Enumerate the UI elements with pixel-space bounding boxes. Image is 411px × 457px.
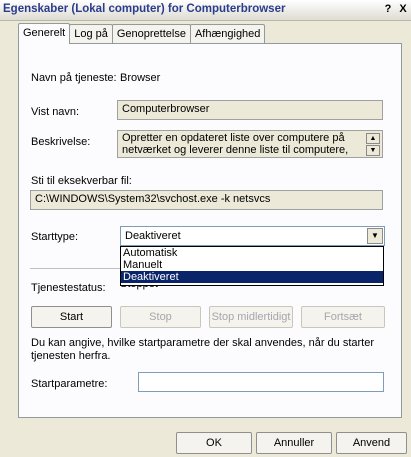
scroll-up-icon[interactable]: ▲ xyxy=(366,133,380,144)
start-params-hint: Du kan angive, hvilke startparametre der… xyxy=(31,337,375,362)
option-deaktiveret[interactable]: Deaktiveret xyxy=(121,271,383,283)
tab-afhaengighed[interactable]: Afhængighed xyxy=(189,24,266,43)
cancel-button[interactable]: Annuller xyxy=(256,432,332,454)
chevron-down-icon[interactable]: ▼ xyxy=(367,228,383,244)
start-params-input[interactable] xyxy=(138,372,384,392)
help-icon[interactable]: ? xyxy=(381,2,395,16)
description-text: Opretter en opdateret liste over compute… xyxy=(122,132,349,157)
service-status-label: Tjenestestatus: xyxy=(31,282,106,294)
startup-type-label: Starttype: xyxy=(31,231,79,243)
path-field[interactable]: C:\WINDOWS\System32\svchost.exe -k netsv… xyxy=(30,190,383,210)
path-label: Sti til eksekverbar fil: xyxy=(31,175,132,187)
tab-log-pa[interactable]: Log på xyxy=(69,24,113,43)
close-icon[interactable]: X xyxy=(396,2,410,16)
startup-type-select[interactable]: Deaktiveret ▼ xyxy=(120,226,385,246)
option-automatisk[interactable]: Automatisk xyxy=(121,247,383,259)
start-params-label: Startparametre: xyxy=(31,378,108,390)
stop-button[interactable]: Stop xyxy=(120,306,201,328)
ok-button[interactable]: OK xyxy=(176,432,252,454)
tab-generelt[interactable]: Generelt xyxy=(18,23,71,44)
description-label: Beskrivelse: xyxy=(31,136,91,148)
tab-genoprettelse[interactable]: Genoprettelse xyxy=(111,24,191,43)
display-name-label: Vist navn: xyxy=(31,106,80,118)
tab-strip: Generelt Log på Genoprettelse Afhængighe… xyxy=(18,23,266,44)
apply-button[interactable]: Anvend xyxy=(336,432,407,454)
startup-type-value: Deaktiveret xyxy=(125,230,181,242)
service-name-value: Browser xyxy=(120,72,161,84)
start-button[interactable]: Start xyxy=(31,306,112,328)
display-name-field[interactable]: Computerbrowser xyxy=(117,100,383,120)
resume-button[interactable]: Fortsæt xyxy=(301,306,385,328)
properties-dialog: Egenskaber (Lokal computer) for Computer… xyxy=(0,0,411,457)
description-field[interactable]: Opretter en opdateret liste over compute… xyxy=(117,130,383,158)
scroll-down-icon[interactable]: ▼ xyxy=(366,145,380,156)
option-manuelt[interactable]: Manuelt xyxy=(121,259,383,271)
service-name-label: Navn på tjeneste: xyxy=(31,72,117,84)
title-bar[interactable]: Egenskaber (Lokal computer) for Computer… xyxy=(0,0,411,21)
startup-type-dropdown[interactable]: Automatisk Manuelt Deaktiveret xyxy=(120,246,384,286)
pause-button[interactable]: Stop midlertidigt xyxy=(209,306,293,328)
general-tab-panel: Navn på tjeneste: Browser Vist navn: Com… xyxy=(18,43,402,418)
window-title: Egenskaber (Lokal computer) for Computer… xyxy=(3,3,286,15)
